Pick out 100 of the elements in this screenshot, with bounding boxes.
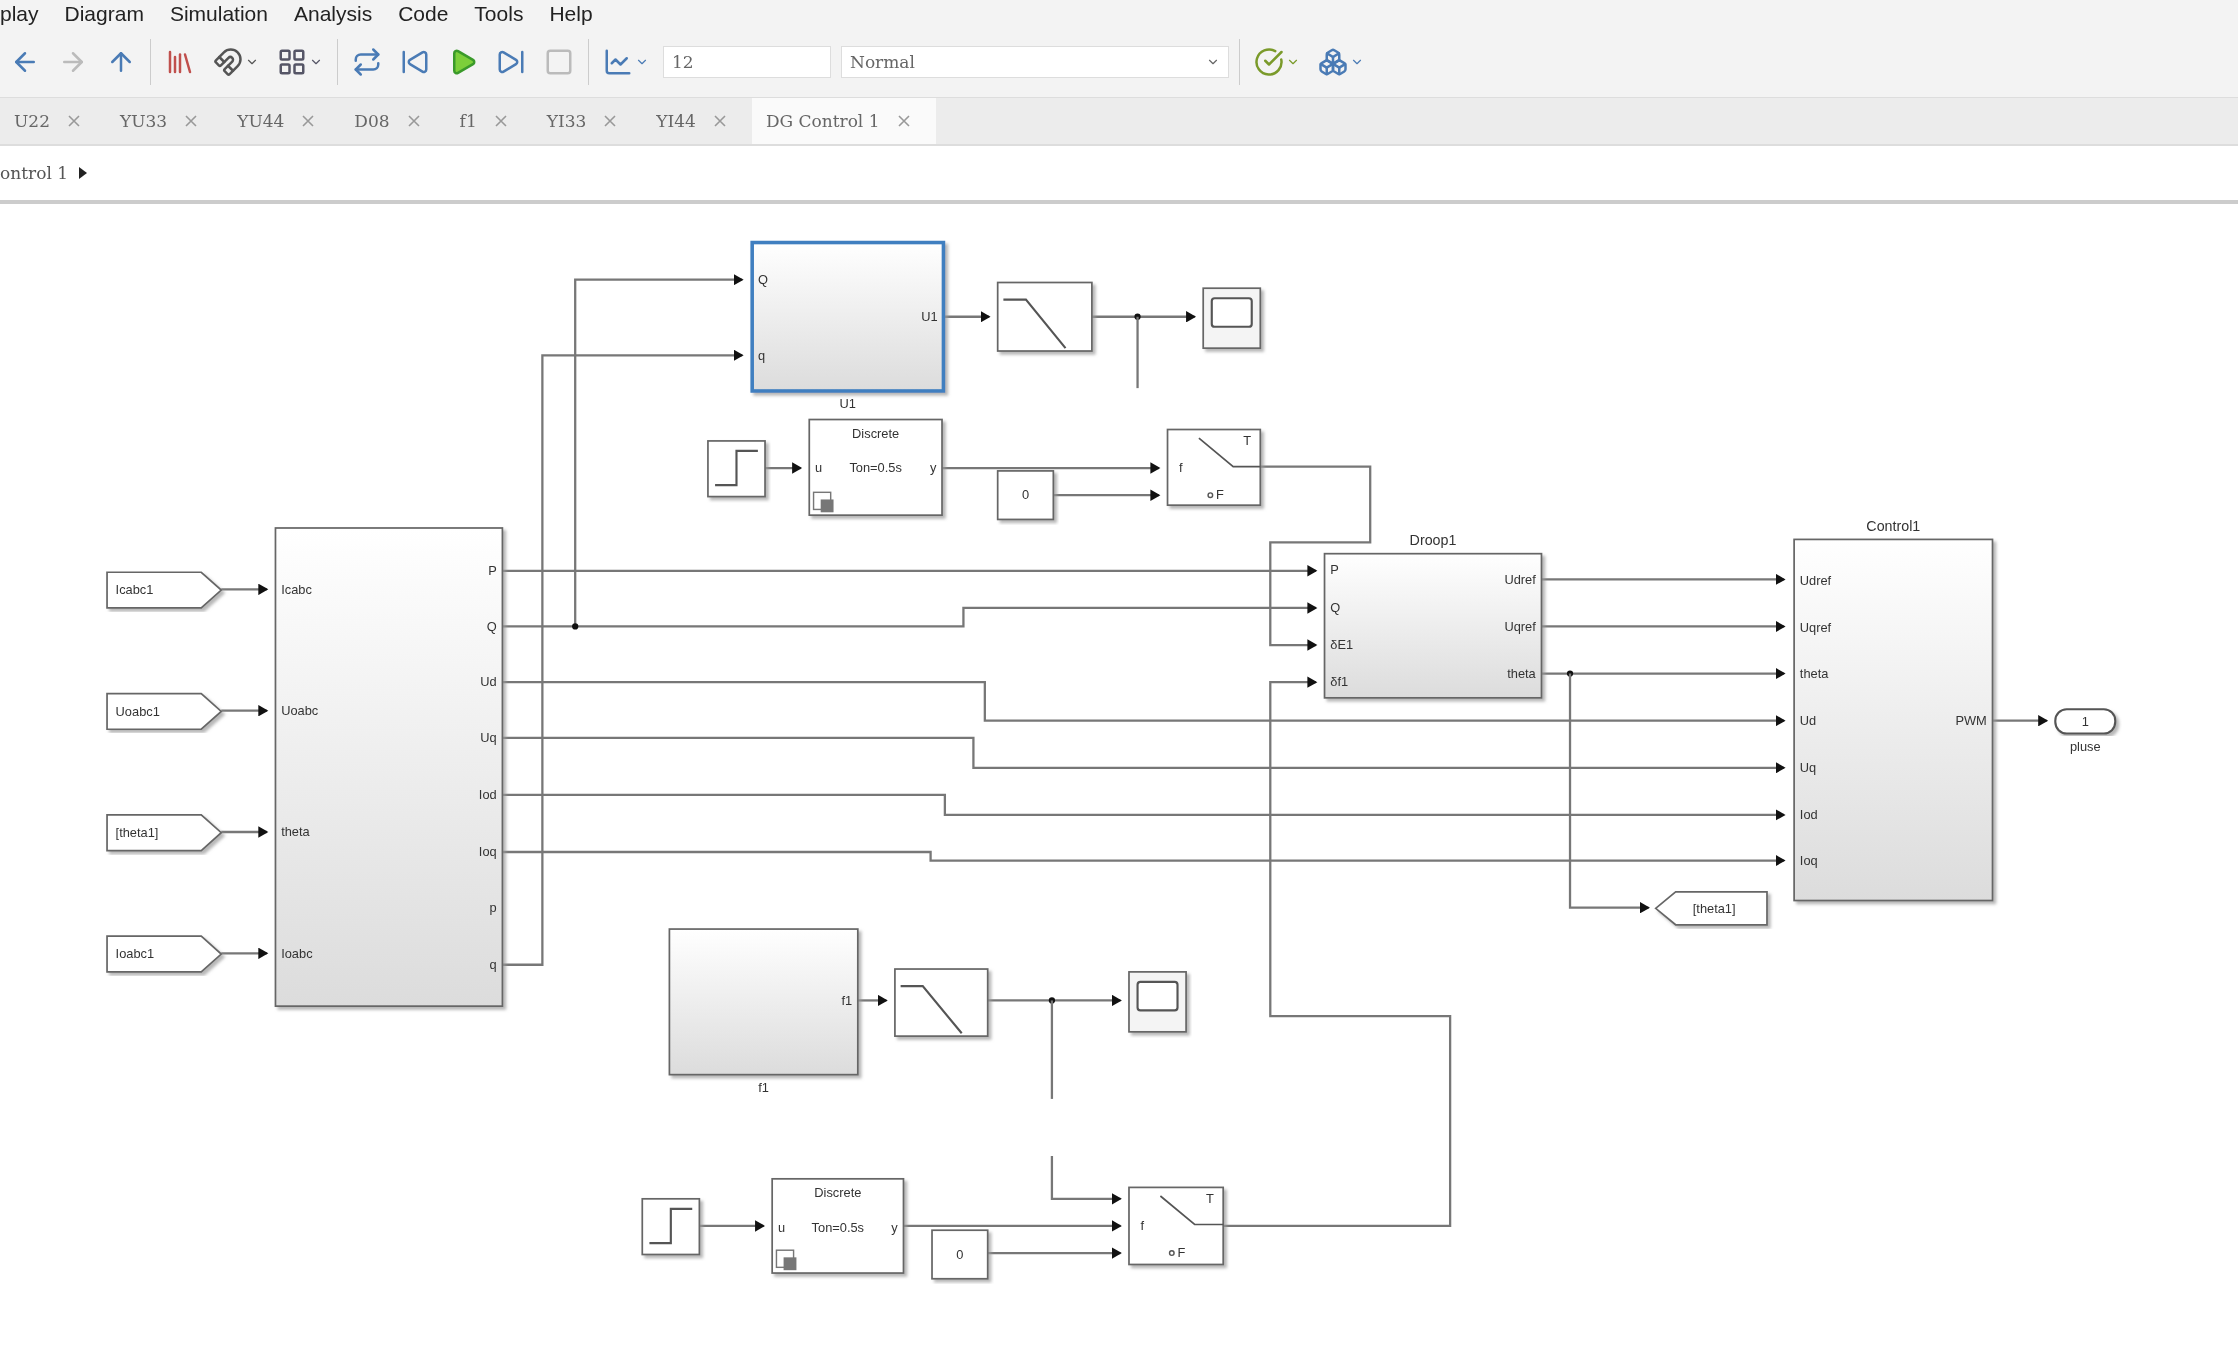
port-label: f	[1140, 1218, 1144, 1234]
menu-item[interactable]: Code	[398, 2, 449, 26]
port-label: q	[489, 957, 497, 973]
model-tab[interactable]: f1	[445, 98, 533, 144]
model-tab[interactable]: U22	[0, 98, 106, 144]
port-label: u	[815, 460, 823, 476]
tag-label: Ioabc1	[115, 946, 155, 962]
port-label: theta	[281, 824, 310, 840]
close-icon[interactable]	[302, 115, 315, 127]
tag-label: Icabc1	[115, 582, 154, 598]
loop-icon	[352, 46, 382, 77]
menu-item[interactable]: play	[0, 2, 39, 26]
constant-value: 0	[956, 1246, 964, 1262]
port-label: Uoabc	[281, 702, 319, 718]
stop-time-field[interactable]: 12	[663, 45, 831, 78]
block-name: Droop1	[1409, 532, 1457, 549]
port-label: U1	[921, 309, 938, 325]
model-tab[interactable]: YI33	[532, 98, 643, 144]
port-label: theta	[1507, 665, 1536, 681]
block-text: Ton=0.5s	[811, 1219, 865, 1235]
close-icon[interactable]	[67, 115, 80, 127]
tag-label: Uoabc1	[115, 703, 160, 719]
signal-arrow	[221, 583, 269, 596]
signal-arrow	[699, 1220, 766, 1232]
port-label: u	[777, 1219, 785, 1235]
signal-arrow	[857, 994, 888, 1007]
close-icon[interactable]	[604, 115, 617, 127]
close-icon[interactable]	[897, 115, 910, 127]
block-name: f1	[758, 1079, 769, 1095]
menu-item[interactable]: Analysis	[293, 2, 373, 26]
outport-block	[2054, 708, 2117, 735]
signal-arrow	[1992, 714, 2049, 727]
port-label: Ud	[480, 674, 497, 690]
port-label: q	[757, 347, 766, 363]
close-icon[interactable]	[494, 115, 507, 127]
menu-item[interactable]: Diagram	[64, 2, 144, 26]
port-label: y	[929, 460, 937, 476]
port-label: Uq	[480, 730, 497, 746]
port-label: F	[1177, 1245, 1186, 1261]
port-label: δE1	[1330, 637, 1354, 653]
constant-block	[996, 470, 1055, 521]
port-label: Icabc	[281, 581, 312, 597]
tag-label: [theta1]	[1692, 900, 1736, 916]
port-label: P	[488, 563, 497, 579]
port-label: Q	[757, 271, 768, 287]
signal-arrow	[765, 462, 803, 474]
port-label: Ioabc	[281, 945, 313, 961]
constant-value: 0	[1021, 487, 1030, 503]
breadcrumb-item[interactable]: ontrol 1	[0, 163, 69, 183]
port-label: f	[1178, 460, 1183, 476]
scope-block	[1128, 971, 1187, 1033]
simulation-mode-dropdown[interactable]: Normal	[841, 45, 1229, 78]
port-label: PWM	[1955, 712, 1987, 728]
block-name: Control1	[1866, 517, 1921, 534]
port-label: δf1	[1330, 674, 1349, 690]
magnet-icon	[213, 46, 243, 77]
port-label: Q	[486, 618, 497, 634]
close-icon[interactable]	[185, 115, 198, 127]
port-label: Ud	[1799, 712, 1817, 728]
block-name: pluse	[2069, 738, 2101, 754]
port-label: Uq	[1799, 760, 1817, 776]
close-icon[interactable]	[713, 115, 726, 127]
scope-block	[1202, 287, 1262, 349]
port-label: Udref	[1504, 571, 1536, 587]
close-icon[interactable]	[407, 115, 420, 127]
signal-arrow	[221, 826, 269, 838]
tag-label: [theta1]	[115, 825, 159, 840]
model-tab[interactable]: DG Control 1	[751, 98, 936, 144]
port-label: Udref	[1799, 573, 1832, 589]
signal-arrow	[221, 705, 269, 717]
model-tab[interactable]: D08	[340, 98, 446, 144]
port-label: Iod	[478, 787, 497, 803]
port-label: Ioq	[1799, 852, 1818, 868]
port-label: T	[1243, 433, 1251, 449]
block-text: Discrete	[814, 1185, 862, 1201]
menu-item[interactable]: Tools	[474, 2, 524, 26]
menu-item[interactable]: Help	[549, 2, 593, 26]
arrow-icon[interactable]	[78, 166, 89, 180]
port-label: P	[1330, 561, 1339, 577]
block-text: Discrete	[852, 426, 900, 442]
port-label: y	[891, 1219, 898, 1235]
port-label: Uqref	[1799, 620, 1832, 636]
port-number: 1	[2081, 713, 2089, 729]
port-label: Iod	[1799, 807, 1818, 823]
step-block	[707, 440, 766, 498]
model-tab[interactable]: YU33	[105, 98, 224, 144]
port-label: Q	[1330, 600, 1341, 616]
block-name: U1	[839, 396, 856, 412]
signal-arrow	[943, 311, 991, 323]
step-block	[641, 1197, 701, 1256]
port-label: theta	[1799, 665, 1829, 681]
signal-arrow	[221, 947, 269, 960]
boxes-icon	[1318, 46, 1348, 77]
model-tab[interactable]: YU44	[223, 98, 341, 144]
menu-item[interactable]: Simulation	[169, 2, 268, 26]
port-label: p	[489, 899, 497, 915]
check-icon	[1254, 46, 1284, 77]
model-tab[interactable]: YI44	[642, 98, 752, 144]
port-label: F	[1216, 487, 1224, 503]
block-text: Ton=0.5s	[849, 460, 902, 476]
